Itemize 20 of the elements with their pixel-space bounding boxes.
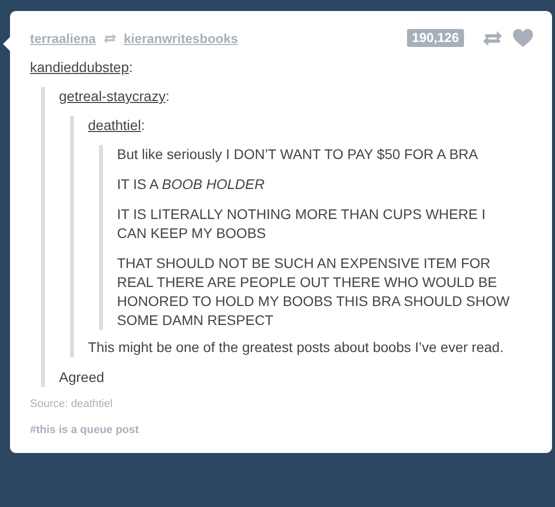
tag-link[interactable]: #this is a queue post (30, 424, 139, 436)
reblog-icon[interactable] (482, 30, 503, 46)
source-link[interactable]: Source: deathtiel (30, 398, 518, 410)
username-link[interactable]: terraaliena (30, 30, 96, 46)
note-count[interactable]: 190,126 (407, 29, 464, 47)
post-text: IT IS LITERALLY NOTHING MORE THAN CUPS WHERE I CAN KEEP MY BOOBS (117, 205, 486, 243)
post-text: But like seriously I DON’T WANT TO PAY $50 FOR A BRA (117, 145, 480, 164)
reblog-icon (102, 32, 117, 44)
colon-label: : (140, 117, 145, 133)
username-link[interactable]: kandieddubstep (30, 59, 129, 75)
colon-label: : (128, 59, 133, 75)
username-link[interactable]: deathtiel (88, 117, 141, 133)
colon-label: : (166, 88, 170, 104)
post-text: IT IS A BOOB HOLDER (117, 175, 266, 194)
post-text: THAT SHOULD NOT BE SUCH AN EXPENSIVE ITEM FOR REAL THERE ARE PEOPLE OUT THERE WHO WOULD BE HONORED TO HOLD MY BOOBS THIS BRA SHOULD SHOW SOME DAMN RESPECT (117, 254, 511, 330)
username-link[interactable]: kieranwritesbooks (124, 30, 238, 46)
post-text: Agreed (59, 368, 106, 387)
post-text: This might be one of the greatest posts about boobs I’ve ever read. (88, 338, 505, 357)
heart-icon[interactable] (513, 29, 533, 47)
username-link[interactable]: getreal-staycrazy (59, 88, 166, 104)
